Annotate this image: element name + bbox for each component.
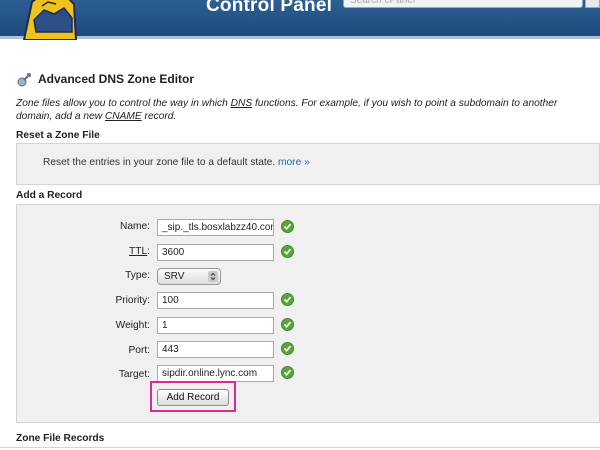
type-label: Type:: [125, 270, 150, 281]
weight-valid-check-icon: [281, 318, 294, 331]
ttl-field[interactable]: 3600: [157, 244, 274, 261]
mascot-logo-icon: [22, 0, 78, 40]
priority-valid-check-icon: [281, 293, 294, 306]
priority-label: Priority:: [115, 295, 150, 306]
weight-field[interactable]: 1: [157, 317, 274, 334]
dns-link[interactable]: DNS: [231, 98, 253, 109]
page-title: Advanced DNS Zone Editor: [38, 72, 195, 86]
priority-field[interactable]: 100: [157, 292, 274, 309]
header-search-input[interactable]: Search cPanel: [343, 0, 583, 8]
weight-label: Weight:: [115, 320, 150, 331]
ttl-label-colon: :: [147, 246, 150, 257]
reset-panel: Reset the entries in your zone file to a…: [16, 143, 600, 185]
name-label: Name:: [119, 221, 150, 232]
desc-text-1: Zone files allow you to control the way …: [16, 98, 231, 109]
reset-description: Reset the entries in your zone file to a…: [43, 157, 276, 168]
type-select[interactable]: SRV: [157, 268, 221, 285]
name-field[interactable]: _sip._tls.bosxlabzz40.com: [157, 219, 274, 236]
reset-section-title: Reset a Zone File: [16, 130, 100, 141]
top-header: Control Panel Search cPanel: [0, 0, 600, 40]
reset-text: Reset the entries in your zone file to a…: [43, 157, 310, 168]
dns-zone-editor-icon: [17, 73, 31, 87]
header-title: Control Panel: [206, 0, 333, 16]
ttl-label: TTL:: [60, 246, 150, 257]
ttl-label-text: TTL: [129, 246, 148, 257]
header-search-button[interactable]: [585, 0, 600, 8]
add-record-panel: [16, 204, 600, 423]
type-select-value: SRV: [164, 271, 185, 282]
cname-link[interactable]: CNAME: [105, 111, 142, 122]
zone-records-divider: [0, 447, 600, 448]
port-valid-check-icon: [281, 342, 294, 355]
add-record-button[interactable]: Add Record: [157, 389, 229, 406]
port-field[interactable]: 443: [157, 341, 274, 358]
add-record-section-title: Add a Record: [16, 190, 83, 201]
target-label: Target:: [118, 369, 150, 380]
more-link[interactable]: more »: [278, 157, 310, 168]
target-valid-check-icon: [281, 366, 294, 379]
zone-records-section-title: Zone File Records: [16, 433, 105, 444]
name-valid-check-icon: [281, 220, 294, 233]
desc-text-3: record.: [141, 111, 177, 122]
ttl-valid-check-icon: [281, 245, 294, 258]
page-description: Zone files allow you to control the way …: [16, 97, 594, 123]
port-label: Port:: [128, 345, 150, 356]
select-updown-icon: [208, 271, 218, 282]
target-field[interactable]: sipdir.online.lync.com: [157, 365, 274, 382]
